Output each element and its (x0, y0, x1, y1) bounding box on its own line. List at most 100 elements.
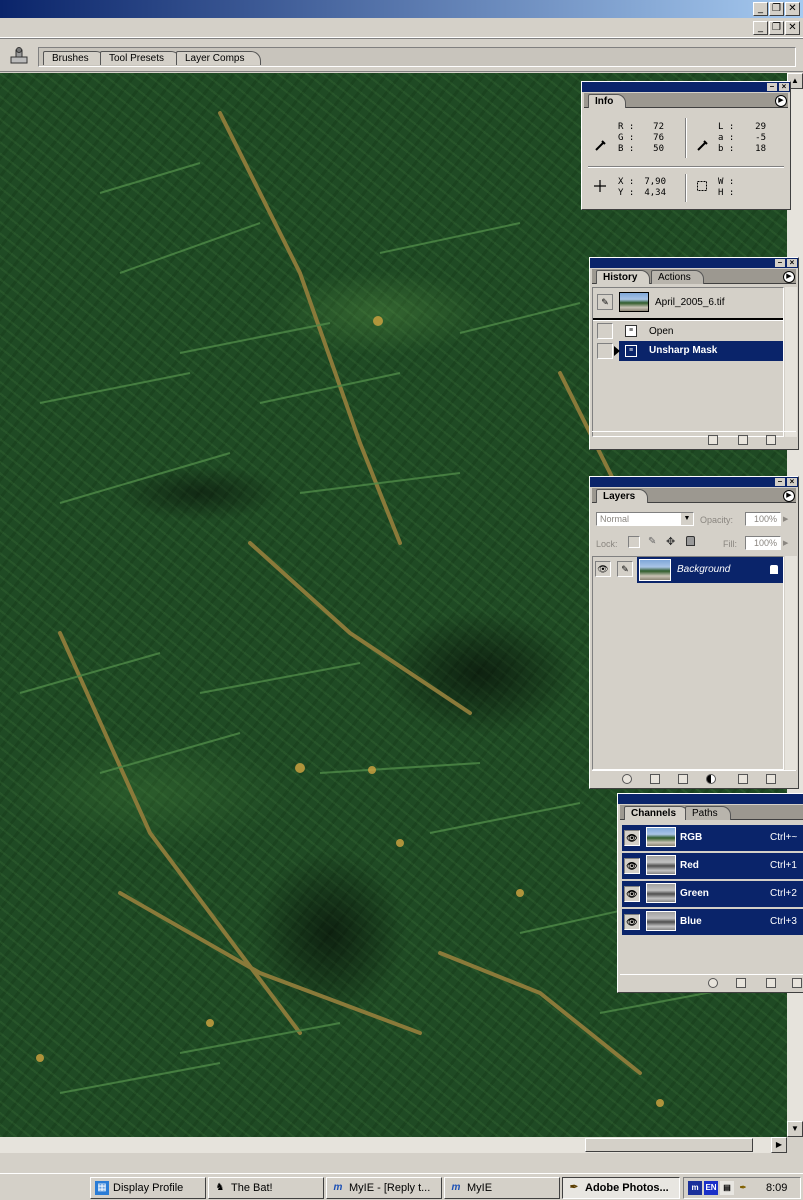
clipboard-icon[interactable]: ▤ (720, 1181, 734, 1195)
doc-minimize-icon[interactable]: _ (753, 21, 768, 35)
channel-row-red[interactable]: 👁 Red Ctrl+1 (622, 853, 803, 879)
scroll-down-icon[interactable]: ▼ (787, 1121, 803, 1137)
task-the-bat[interactable]: ♞ The Bat! (208, 1177, 324, 1199)
info-g-value: 76 (653, 133, 664, 143)
opacity-field[interactable]: 100% (745, 512, 781, 526)
layer-name: Background (677, 564, 731, 575)
info-minimize-icon[interactable]: – (767, 83, 777, 91)
task-display-profile[interactable]: ▦ Display Profile (90, 1177, 206, 1199)
opacity-arrow-icon[interactable]: ▶ (783, 515, 788, 523)
history-scrollbar[interactable] (785, 287, 797, 437)
lock-move-icon[interactable]: ✥ (666, 535, 675, 548)
tab-layer-comps[interactable]: Layer Comps (176, 51, 262, 65)
myie-icon: m (333, 1182, 343, 1193)
new-document-from-state-icon[interactable] (708, 435, 718, 445)
history-palette-caption[interactable]: – × (590, 258, 798, 268)
eye-icon[interactable]: 👁 (624, 914, 640, 930)
info-close-icon[interactable]: × (779, 83, 789, 91)
doc-close-icon[interactable]: ✕ (785, 21, 800, 35)
tab-paths[interactable]: Paths (685, 806, 731, 820)
tab-channels[interactable]: Channels (624, 806, 690, 820)
brush-link-icon[interactable]: ✎ (617, 561, 633, 577)
history-item-label: Open (649, 326, 674, 337)
layer-style-icon[interactable] (622, 774, 632, 784)
layers-scrollbar[interactable] (785, 556, 797, 770)
tab-info[interactable]: Info (588, 94, 627, 108)
layers-footer (592, 770, 796, 786)
info-a-label: a : (718, 133, 735, 143)
fill-arrow-icon[interactable]: ▶ (783, 539, 788, 547)
task-myie[interactable]: m MyIE (444, 1177, 560, 1199)
lock-paint-icon[interactable]: ✎ (648, 536, 656, 547)
info-l-label: L : (718, 122, 735, 132)
new-snapshot-icon[interactable] (738, 435, 748, 445)
history-item-unsharp-mask[interactable]: ≡ Unsharp Mask (619, 341, 783, 361)
info-lab-b-value: 18 (755, 144, 766, 154)
tab-layers[interactable]: Layers (596, 489, 649, 503)
channel-row-rgb[interactable]: 👁 RGB Ctrl+~ (622, 825, 803, 851)
eye-icon[interactable]: 👁 (624, 858, 640, 874)
task-adobe-photoshop[interactable]: ✒ Adobe Photos... (562, 1177, 680, 1199)
delete-channel-icon[interactable] (792, 978, 802, 988)
channels-footer (620, 974, 803, 990)
channel-row-green[interactable]: 👁 Green Ctrl+2 (622, 881, 803, 907)
layers-menu-icon[interactable]: ▶ (783, 490, 795, 502)
eye-icon[interactable]: 👁 (624, 886, 640, 902)
channels-palette-caption[interactable] (618, 794, 803, 804)
adjustment-layer-icon[interactable] (706, 774, 716, 784)
close-icon[interactable]: ✕ (785, 2, 800, 16)
lock-transparency-icon[interactable] (628, 536, 640, 548)
info-menu-icon[interactable]: ▶ (775, 95, 787, 107)
save-selection-icon[interactable] (736, 978, 746, 988)
eye-icon[interactable]: 👁 (595, 561, 611, 577)
eye-icon[interactable]: 👁 (624, 830, 640, 846)
tab-actions[interactable]: Actions (651, 270, 704, 284)
layer-row-background[interactable]: Background (637, 557, 783, 583)
info-x-label: X : (618, 177, 635, 187)
opacity-label: Opacity: (700, 515, 734, 525)
myie-tray-icon[interactable]: m (688, 1181, 702, 1195)
new-group-icon[interactable] (678, 774, 688, 784)
tab-history[interactable]: History (596, 270, 651, 284)
channel-thumbnail (646, 883, 676, 903)
pen-tray-icon[interactable]: ✒ (736, 1181, 750, 1195)
language-indicator[interactable]: EN (704, 1181, 718, 1195)
lock-all-icon[interactable] (686, 536, 695, 546)
trash-icon[interactable] (766, 435, 776, 445)
horizontal-scrollbar[interactable]: ▶ (0, 1137, 787, 1153)
channel-row-blue[interactable]: 👁 Blue Ctrl+3 (622, 909, 803, 935)
history-source-box[interactable] (597, 323, 613, 339)
scroll-right-icon[interactable]: ▶ (771, 1137, 787, 1153)
history-menu-icon[interactable]: ▶ (783, 271, 795, 283)
delete-layer-icon[interactable] (766, 774, 776, 784)
history-brush-icon[interactable]: ✎ (597, 294, 613, 310)
tab-brushes[interactable]: Brushes (43, 51, 106, 65)
stamp-tool-icon[interactable] (8, 47, 30, 65)
info-palette-caption[interactable]: – × (582, 82, 790, 92)
blend-mode-value: Normal (600, 514, 630, 524)
tab-tool-presets[interactable]: Tool Presets (100, 51, 182, 65)
chevron-down-icon[interactable]: ▼ (681, 513, 693, 525)
history-close-icon[interactable]: × (787, 259, 797, 267)
task-myie-reply[interactable]: m MyIE - [Reply t... (326, 1177, 442, 1199)
history-item-open[interactable]: ≡ Open (593, 321, 783, 341)
history-minimize-icon[interactable]: – (775, 259, 785, 267)
restore-icon[interactable]: ❐ (769, 2, 784, 16)
history-source-box[interactable] (597, 343, 613, 359)
fill-field[interactable]: 100% (745, 536, 781, 550)
history-state-slider-icon[interactable] (614, 346, 620, 356)
new-channel-icon[interactable] (766, 978, 776, 988)
bat-icon: ♞ (215, 1182, 225, 1193)
minimize-icon[interactable]: _ (753, 2, 768, 16)
history-snapshot-row[interactable]: ✎ April_2005_6.tif (593, 290, 783, 316)
channel-thumbnail (646, 827, 676, 847)
doc-restore-icon[interactable]: ❐ (769, 21, 784, 35)
layers-close-icon[interactable]: × (787, 478, 797, 486)
horizontal-scroll-thumb[interactable] (585, 1138, 753, 1152)
layers-minimize-icon[interactable]: – (775, 478, 785, 486)
load-selection-icon[interactable] (708, 978, 718, 988)
blend-mode-select[interactable]: Normal ▼ (596, 512, 694, 526)
layers-palette-caption[interactable]: – × (590, 477, 798, 487)
new-layer-icon[interactable] (738, 774, 748, 784)
add-mask-icon[interactable] (650, 774, 660, 784)
